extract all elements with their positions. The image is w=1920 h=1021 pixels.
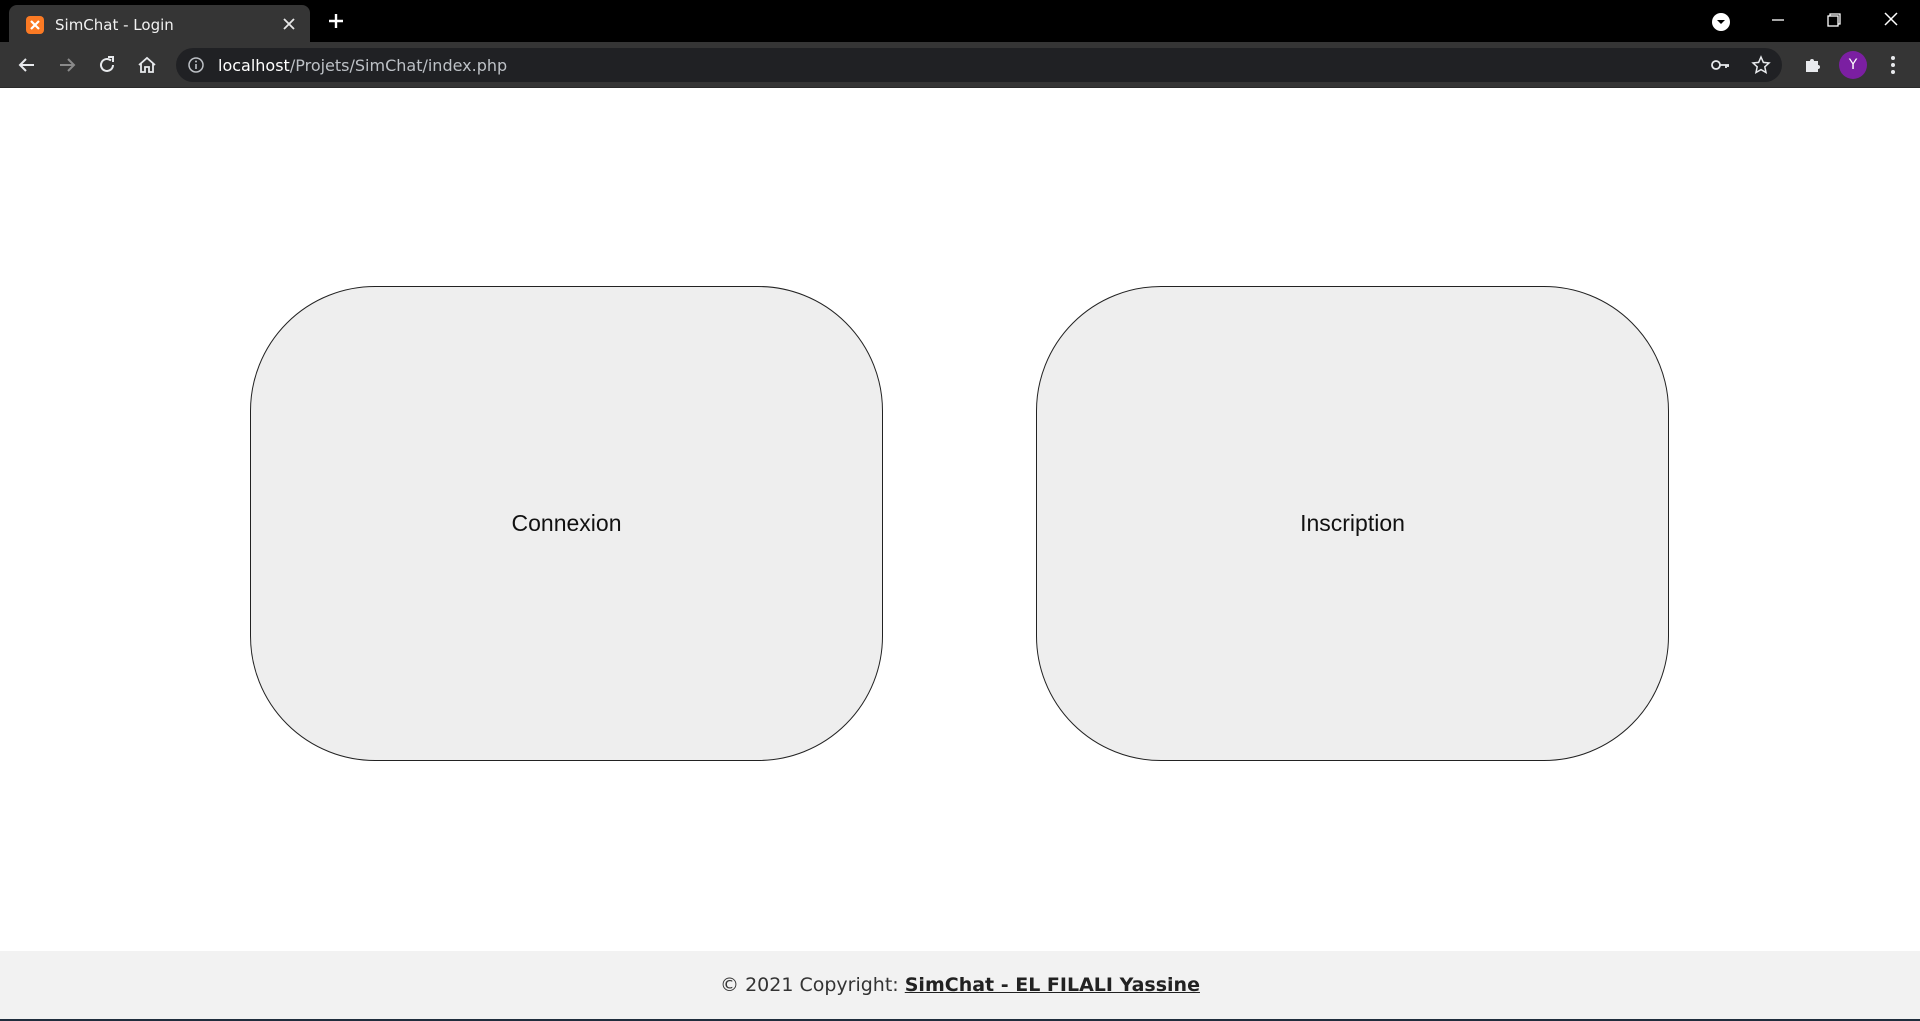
page-content: Connexion Inscription © 2021 Copyright: … [0,88,1920,1021]
bookmark-star-icon[interactable] [1751,55,1771,75]
close-window-icon[interactable] [1878,8,1904,34]
forward-arrow-icon[interactable] [54,52,80,78]
xampp-favicon-icon [26,16,44,34]
menu-dots-icon[interactable] [1880,52,1906,78]
footer-prefix: © 2021 Copyright: [720,974,905,996]
connexion-label: Connexion [511,510,622,536]
new-tab-icon[interactable] [325,10,347,32]
footer: © 2021 Copyright: SimChat - EL FILALI Ya… [0,951,1920,1021]
connexion-button[interactable]: Connexion [250,286,883,761]
inscription-label: Inscription [1300,510,1405,536]
home-icon[interactable] [134,52,160,78]
url-text: localhost/Projets/SimChat/index.php [218,56,507,75]
browser-toolbar: localhost/Projets/SimChat/index.php Y [0,42,1920,88]
tab-close-icon[interactable] [280,15,298,33]
address-bar[interactable]: localhost/Projets/SimChat/index.php [176,48,1782,82]
tab-title: SimChat - Login [55,16,174,34]
reload-icon[interactable] [94,52,120,78]
footer-copyright: © 2021 Copyright: SimChat - EL FILALI Ya… [0,974,1920,996]
site-info-icon[interactable] [187,56,205,74]
extensions-puzzle-icon[interactable] [1800,52,1826,78]
back-arrow-icon[interactable] [14,52,40,78]
password-key-icon[interactable] [1711,56,1731,74]
profile-avatar[interactable]: Y [1839,51,1867,79]
minimize-icon[interactable] [1765,8,1791,34]
tab-search-icon[interactable] [1708,8,1734,34]
browser-tab[interactable]: SimChat - Login [9,5,310,42]
restore-icon[interactable] [1821,8,1847,34]
footer-author-link[interactable]: SimChat - EL FILALI Yassine [905,974,1200,996]
url-host: localhost [218,56,290,75]
url-path: /Projets/SimChat/index.php [289,56,508,75]
inscription-button[interactable]: Inscription [1036,286,1669,761]
browser-title-bar: SimChat - Login [0,0,1920,42]
